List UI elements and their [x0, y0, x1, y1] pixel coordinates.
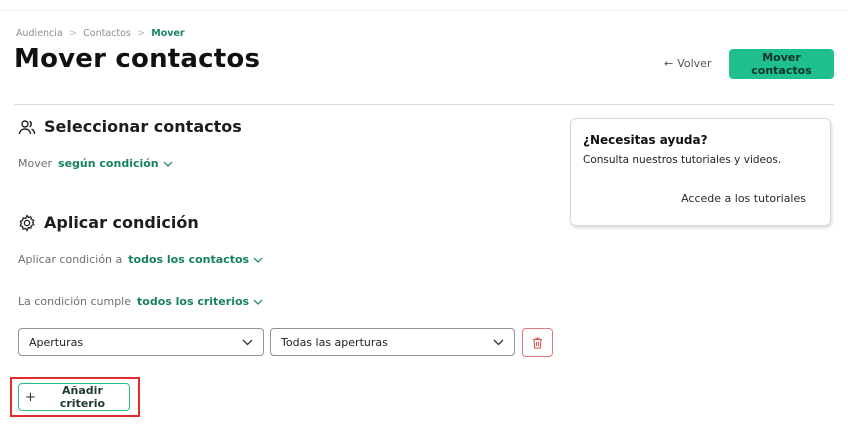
apply-label: Aplicar condición a [18, 253, 123, 266]
dropdown-value: según condición [58, 157, 159, 170]
apply-condition-heading: Aplicar condición [18, 213, 199, 232]
header-divider [14, 104, 834, 105]
match-condition-row: La condición cumple todos los criterios [18, 295, 263, 308]
select-contacts-heading: Seleccionar contactos [18, 117, 242, 136]
section-title: Aplicar condición [44, 213, 199, 232]
help-text: Consulta nuestros tutoriales y videos. [583, 154, 782, 166]
chevron-down-icon [253, 299, 263, 305]
arrow-left-icon: ← [664, 57, 674, 70]
criterion-operator-select[interactable]: Todas las aperturas [270, 328, 515, 356]
tutorials-link[interactable]: Accede a los tutoriales [681, 192, 806, 205]
plus-icon: + [25, 389, 36, 405]
breadcrumb-current: Mover [151, 28, 185, 39]
dropdown-value: todos los criterios [137, 295, 250, 308]
breadcrumb-separator: > [136, 28, 146, 39]
breadcrumb-item-audiencia[interactable]: Audiencia [16, 28, 63, 39]
breadcrumb-separator: > [68, 28, 78, 39]
trash-icon [533, 337, 542, 349]
chevron-down-icon [242, 339, 253, 345]
move-contacts-button[interactable]: Mover contactos [729, 49, 834, 79]
gear-icon [18, 213, 36, 232]
users-icon [18, 118, 36, 136]
match-label: La condición cumple [18, 295, 131, 308]
section-title: Seleccionar contactos [44, 117, 242, 136]
top-divider [0, 10, 848, 11]
chevron-down-icon [253, 257, 263, 263]
select-value: Todas las aperturas [281, 335, 388, 349]
delete-criterion-button[interactable] [522, 328, 553, 357]
select-value: Aperturas [29, 335, 84, 349]
help-card: ¿Necesitas ayuda? Consulta nuestros tuto… [570, 118, 831, 226]
breadcrumb: Audiencia > Contactos > Mover [16, 28, 185, 39]
move-row: Mover según condición [18, 157, 173, 170]
match-mode-dropdown[interactable]: todos los criterios [137, 295, 263, 308]
chevron-down-icon [163, 161, 173, 167]
move-mode-dropdown[interactable]: según condición [58, 157, 173, 170]
back-link[interactable]: ← Volver [664, 57, 711, 70]
back-label: Volver [677, 57, 712, 70]
dropdown-value: todos los contactos [128, 253, 250, 266]
apply-to-dropdown[interactable]: todos los contactos [128, 253, 263, 266]
move-label: Mover [18, 157, 53, 170]
add-criterion-label: Añadir criterio [59, 384, 106, 410]
help-title: ¿Necesitas ayuda? [583, 133, 708, 147]
apply-condition-row: Aplicar condición a todos los contactos [18, 253, 263, 266]
add-criterion-button[interactable]: + Añadir criterio [18, 383, 130, 411]
chevron-down-icon [493, 339, 504, 345]
criterion-field-select[interactable]: Aperturas [18, 328, 264, 356]
page-title: Mover contactos [14, 44, 261, 74]
breadcrumb-item-contactos[interactable]: Contactos [83, 28, 131, 39]
